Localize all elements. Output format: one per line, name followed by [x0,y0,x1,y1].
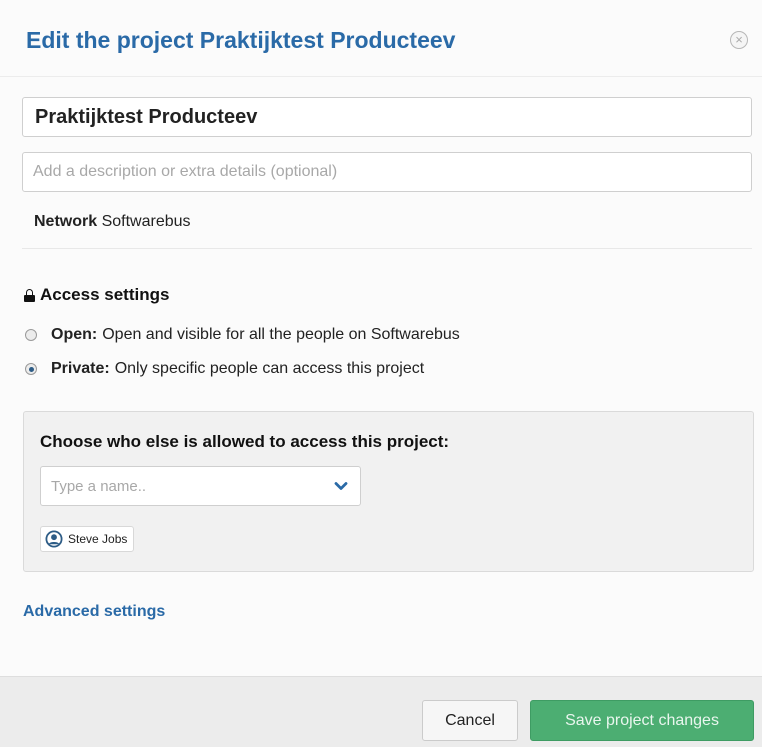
name-search-input[interactable] [41,467,321,505]
divider [22,248,752,249]
chevron-down-icon[interactable] [332,477,350,495]
access-option-open[interactable]: Open: Open and visible for all the peopl… [25,326,460,344]
access-option-private-description: Only specific people can access this pro… [114,360,425,377]
project-name-input[interactable] [22,97,752,137]
save-project-button[interactable]: Save project changes [530,700,754,741]
access-option-open-label: Open: [51,326,98,343]
close-icon[interactable]: × [730,31,748,49]
access-option-open-description: Open and visible for all the people on S… [102,326,460,343]
advanced-settings-link[interactable]: Advanced settings [23,603,165,621]
radio-private[interactable] [25,363,37,375]
share-panel: Choose who else is allowed to access thi… [23,411,754,572]
access-settings-label: Access settings [40,285,170,304]
dialog-title: Edit the project Praktijktest Producteev [26,27,456,53]
radio-open[interactable] [25,329,37,341]
access-option-private[interactable]: Private: Only specific people can access… [25,360,424,378]
share-heading: Choose who else is allowed to access thi… [40,432,450,451]
description-input[interactable] [22,152,752,192]
member-chip[interactable]: Steve Jobs [40,526,135,552]
dialog-footer: Cancel Save project changes [0,676,762,747]
lock-icon [24,288,35,302]
member-name: Steve Jobs [68,532,128,546]
network-row: Network Softwarebus [34,213,191,231]
access-settings-heading: Access settings [24,285,169,305]
dialog-header: Edit the project Praktijktest Producteev… [0,0,762,77]
access-option-private-label: Private: [51,360,110,377]
network-value: Softwarebus [101,213,191,230]
cancel-button[interactable]: Cancel [422,700,518,741]
name-select[interactable] [40,466,361,506]
network-label: Network [34,213,98,230]
user-icon [45,530,63,548]
